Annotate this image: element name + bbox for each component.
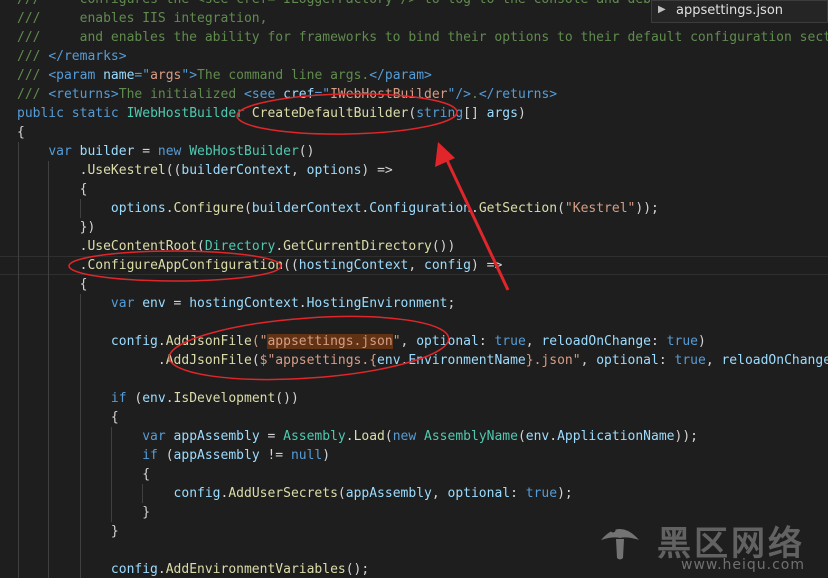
annotation-arrow-line <box>444 157 510 291</box>
watermark-url: www.heiqu.com <box>681 557 806 573</box>
annotation-ellipse-createdefaultbuilder <box>236 93 458 135</box>
annotation-arrow-head <box>435 142 455 167</box>
watermark: 黑区网络 www.heiqu.com <box>597 512 828 578</box>
mushroom-logo-icon <box>601 527 639 560</box>
annotation-ellipse-configureappconfiguration <box>68 250 282 282</box>
annotation-layer <box>68 93 510 381</box>
annotation-ellipse-addjsonfile <box>168 315 450 381</box>
